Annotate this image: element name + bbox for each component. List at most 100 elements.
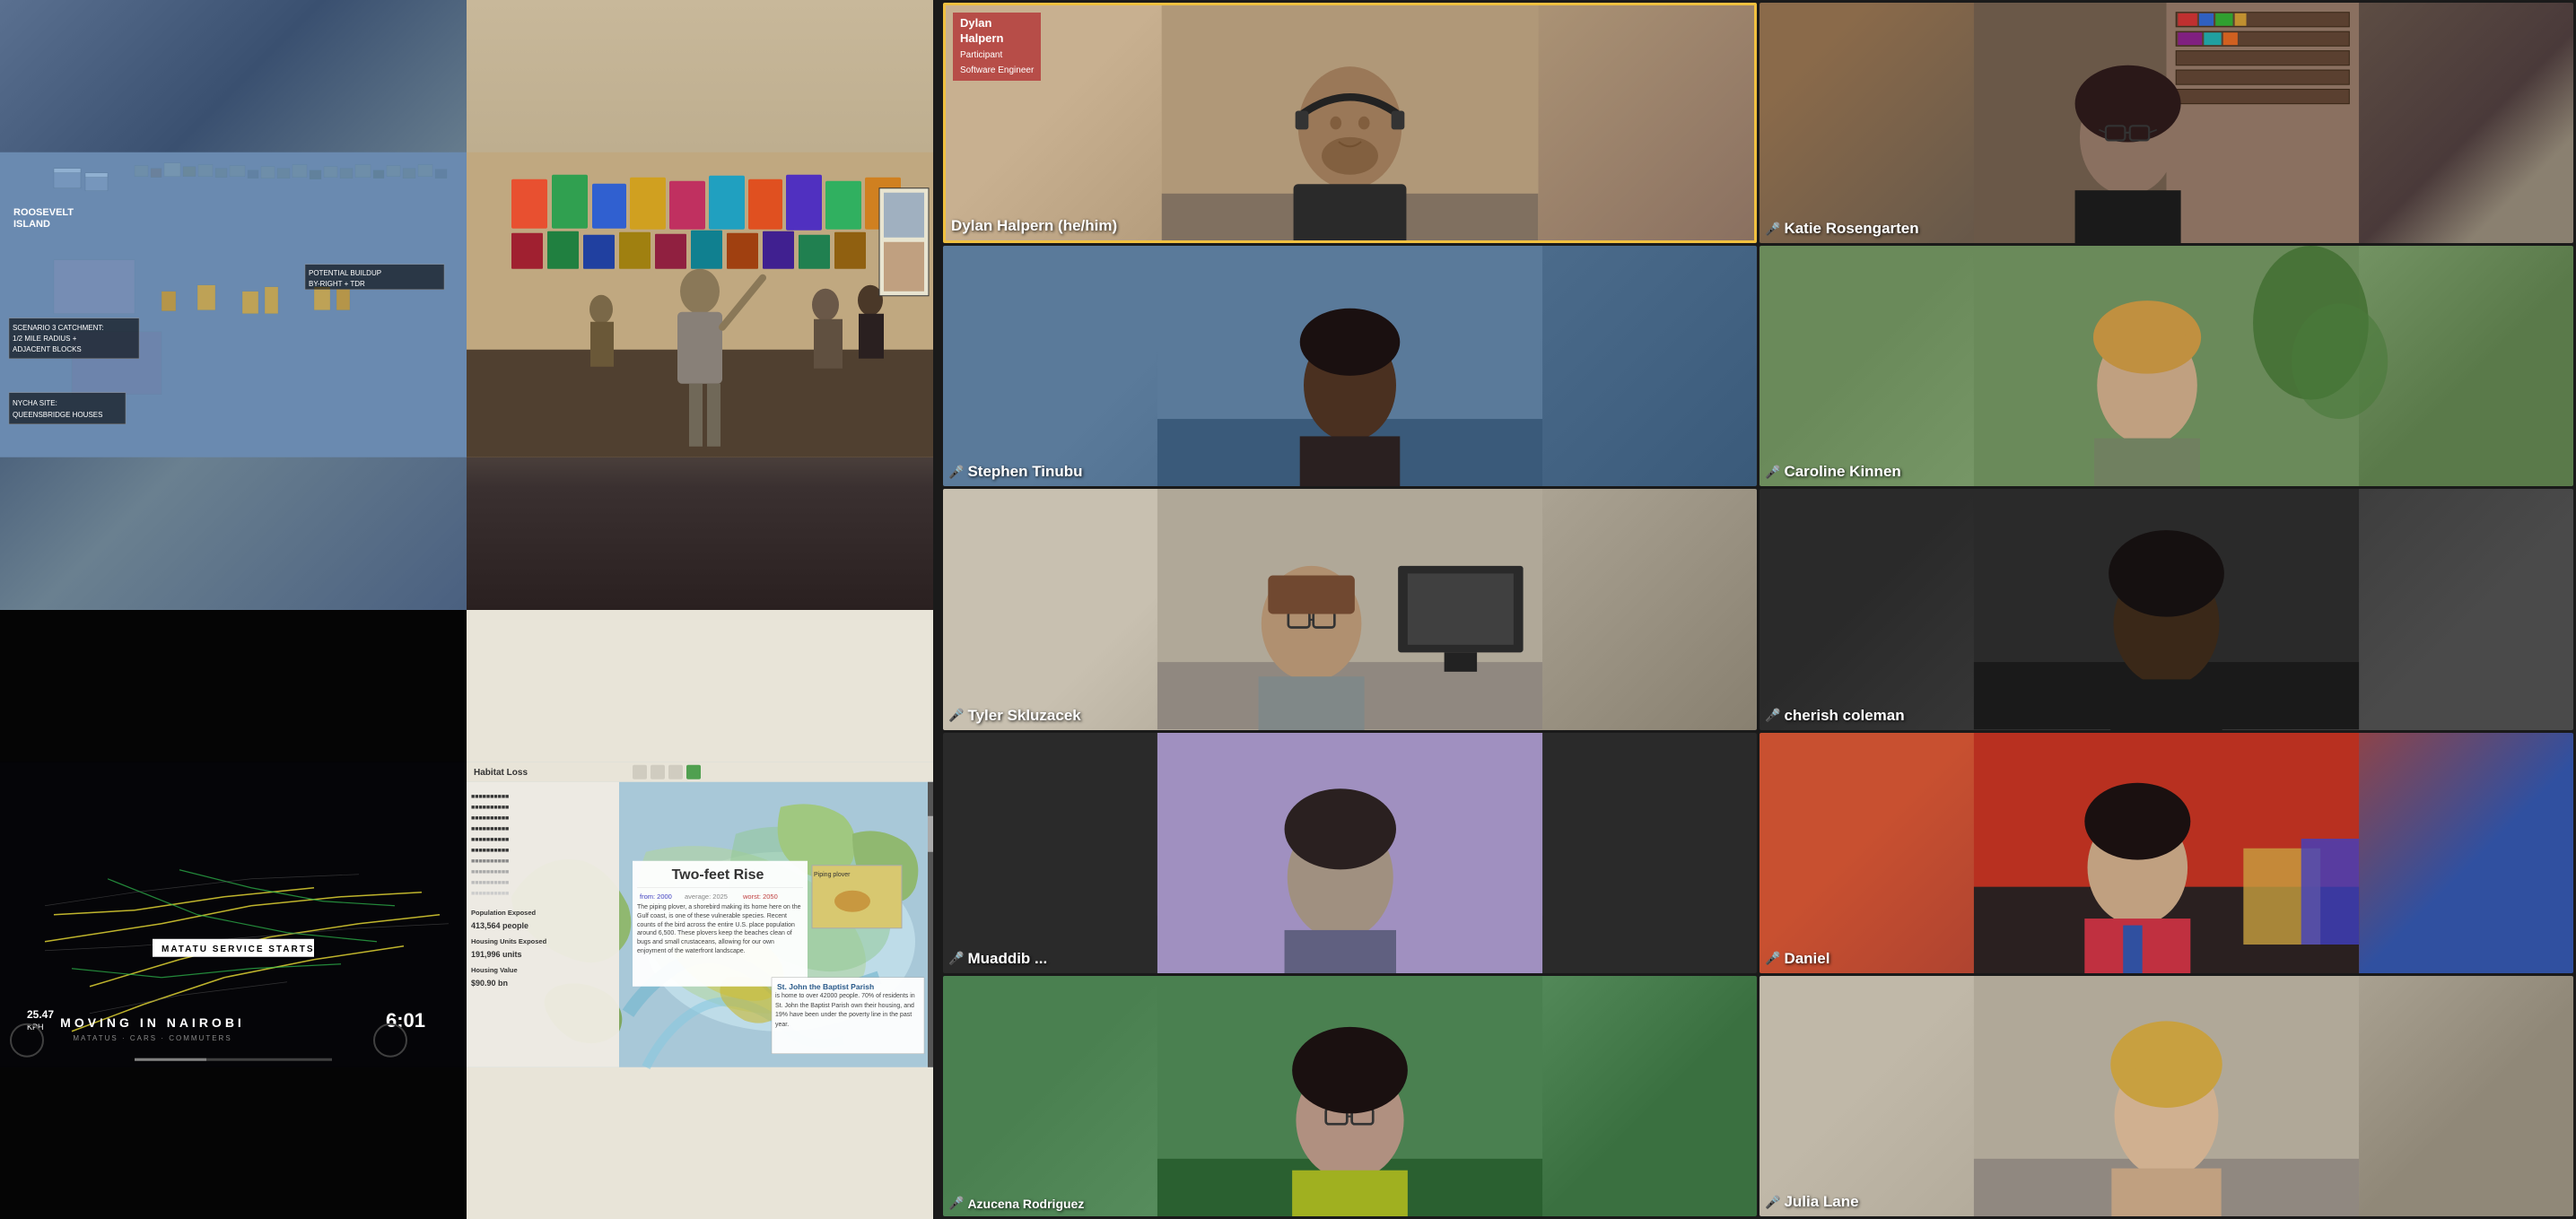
participant-tile-julia[interactable]: 🎤 Julia Lane — [1760, 976, 2573, 1216]
caroline-video — [1760, 246, 2573, 486]
julia-mic-icon: 🎤 — [1765, 1195, 1780, 1210]
cherish-video — [1760, 489, 2573, 729]
dylan-name: Dylan Halpern (he/him) — [951, 217, 1117, 235]
daniel-video — [1760, 733, 2573, 973]
azucena-video — [943, 976, 1757, 1216]
habitat-svg: Habitat Loss ■■■■■■■■■■ ■■■■■■■■■■ ■■■■■… — [467, 610, 933, 1219]
stephen-name-row: 🎤 Stephen Tinubu — [948, 463, 1083, 481]
svg-text:191,996 units: 191,996 units — [471, 949, 522, 958]
tyler-name: Tyler Skluzacek — [967, 707, 1080, 725]
caroline-name: Caroline Kinnen — [1784, 463, 1900, 481]
svg-text:Two-feet Rise: Two-feet Rise — [672, 866, 764, 882]
svg-text:worst: 2050: worst: 2050 — [742, 892, 778, 900]
stephen-mic-icon: 🎤 — [948, 465, 964, 480]
katie-name: Katie Rosengarten — [1784, 220, 1918, 238]
panel-divider — [933, 0, 940, 1219]
participant-tile-caroline[interactable]: 🎤 Caroline Kinnen — [1760, 246, 2573, 486]
caroline-name-row: 🎤 Caroline Kinnen — [1765, 463, 1901, 481]
main-content: ROOSEVELT ISLAND SCENARIO 3 CATCHMENT: 1… — [0, 0, 933, 1219]
muaddib-video — [943, 733, 1757, 973]
cherish-name-row: 🎤 cherish coleman — [1765, 707, 1905, 725]
azucena-name: Azucena Rodriguez — [967, 1197, 1084, 1211]
city-map-bg: ROOSEVELT ISLAND SCENARIO 3 CATCHMENT: 1… — [0, 0, 467, 610]
svg-text:Housing Value: Housing Value — [471, 965, 518, 973]
tyler-mic-icon: 🎤 — [948, 708, 964, 723]
svg-text:Habitat Loss: Habitat Loss — [474, 767, 528, 777]
svg-text:25.47: 25.47 — [27, 1007, 54, 1020]
exhibit-bg — [467, 0, 933, 610]
svg-text:■■■■■■■■■■: ■■■■■■■■■■ — [471, 847, 509, 853]
svg-text:ADJACENT BLOCKS: ADJACENT BLOCKS — [13, 345, 82, 353]
nairobi-cell: MATATU SERVICE STARTS MOVING IN NAIROBI … — [0, 610, 467, 1219]
svg-text:■■■■■■■■■■: ■■■■■■■■■■ — [471, 879, 509, 885]
svg-text:QUEENSBRIDGE HOUSES: QUEENSBRIDGE HOUSES — [13, 411, 102, 419]
nairobi-svg: MATATU SERVICE STARTS MOVING IN NAIROBI … — [0, 610, 467, 1219]
svg-text:■■■■■■■■■■: ■■■■■■■■■■ — [471, 814, 509, 821]
svg-text:413,564 people: 413,564 people — [471, 920, 528, 929]
julia-name: Julia Lane — [1784, 1193, 1858, 1211]
daniel-name: Daniel — [1784, 950, 1829, 968]
muaddib-mic-icon: 🎤 — [948, 951, 964, 966]
dylan-video — [946, 5, 1754, 240]
cherish-name: cherish coleman — [1784, 707, 1904, 725]
participant-tile-muaddib[interactable]: 🎤 Muaddib ... — [943, 733, 1757, 973]
dylan-name-row: Dylan Halpern (he/him) — [951, 217, 1117, 235]
stephen-video — [943, 246, 1757, 486]
azucena-name-row: 🎤 Azucena Rodriguez — [948, 1196, 1084, 1211]
participant-tile-dylan[interactable]: DylanHalpernParticipantSoftware Engineer… — [943, 3, 1757, 243]
daniel-name-row: 🎤 Daniel — [1765, 950, 1829, 968]
svg-text:ROOSEVELT: ROOSEVELT — [13, 207, 74, 218]
svg-text:■■■■■■■■■■: ■■■■■■■■■■ — [471, 858, 509, 864]
participant-tile-cherish[interactable]: 🎤 cherish coleman — [1760, 489, 2573, 729]
katie-video — [1760, 3, 2573, 243]
svg-text:MOVING IN NAIROBI: MOVING IN NAIROBI — [60, 1014, 245, 1029]
katie-mic-icon: 🎤 — [1765, 222, 1780, 237]
svg-text:■■■■■■■■■■: ■■■■■■■■■■ — [471, 890, 509, 896]
tyler-video — [943, 489, 1757, 729]
participants-panel: DylanHalpernParticipantSoftware Engineer… — [940, 0, 2576, 1219]
svg-text:POTENTIAL BUILDUP: POTENTIAL BUILDUP — [309, 269, 381, 277]
participant-tile-tyler[interactable]: 🎤 Tyler Skluzacek — [943, 489, 1757, 729]
muaddib-name-row: 🎤 Muaddib ... — [948, 950, 1047, 968]
exhibit-svg — [467, 0, 933, 610]
svg-text:ISLAND: ISLAND — [13, 219, 50, 230]
svg-text:Housing Units Exposed: Housing Units Exposed — [471, 936, 547, 945]
participant-tile-stephen[interactable]: 🎤 Stephen Tinubu — [943, 246, 1757, 486]
svg-text:MATATU SERVICE STARTS: MATATU SERVICE STARTS — [162, 944, 315, 953]
svg-text:SCENARIO 3 CATCHMENT:: SCENARIO 3 CATCHMENT: — [13, 324, 104, 332]
nairobi-bg: MATATU SERVICE STARTS MOVING IN NAIROBI … — [0, 610, 467, 1219]
city-map-svg: ROOSEVELT ISLAND SCENARIO 3 CATCHMENT: 1… — [0, 0, 467, 610]
svg-text:■■■■■■■■■■: ■■■■■■■■■■ — [471, 836, 509, 842]
svg-text:St. John the Baptist Parish: St. John the Baptist Parish — [777, 981, 874, 990]
svg-text:6:01: 6:01 — [386, 1008, 425, 1031]
caroline-mic-icon: 🎤 — [1765, 465, 1780, 480]
svg-text:MATATUS · CARS · COMMUTERS: MATATUS · CARS · COMMUTERS — [73, 1033, 231, 1041]
svg-text:Piping plover: Piping plover — [814, 871, 851, 877]
svg-text:BY-RIGHT + TDR: BY-RIGHT + TDR — [309, 280, 365, 288]
julia-video — [1760, 976, 2573, 1216]
cherish-mic-icon: 🎤 — [1765, 708, 1780, 723]
katie-name-row: 🎤 Katie Rosengarten — [1765, 220, 1919, 238]
julia-name-row: 🎤 Julia Lane — [1765, 1193, 1859, 1211]
svg-text:NYCHA SITE:: NYCHA SITE: — [13, 399, 57, 407]
svg-text:$90.90 bn: $90.90 bn — [471, 978, 508, 987]
speaker-badge-dylan: DylanHalpernParticipantSoftware Engineer — [953, 13, 1041, 81]
city-map-cell: ROOSEVELT ISLAND SCENARIO 3 CATCHMENT: 1… — [0, 0, 467, 610]
azucena-mic-icon: 🎤 — [948, 1196, 964, 1211]
svg-text:1/2 MILE RADIUS +: 1/2 MILE RADIUS + — [13, 335, 77, 343]
daniel-mic-icon: 🎤 — [1765, 951, 1780, 966]
participant-tile-daniel[interactable]: 🎤 Daniel — [1760, 733, 2573, 973]
habitat-cell: Habitat Loss ■■■■■■■■■■ ■■■■■■■■■■ ■■■■■… — [467, 610, 933, 1219]
participant-tile-azucena[interactable]: 🎤 Azucena Rodriguez — [943, 976, 1757, 1216]
svg-text:from: 2000: from: 2000 — [640, 892, 672, 900]
participant-tile-katie[interactable]: 🎤 Katie Rosengarten — [1760, 3, 2573, 243]
stephen-name: Stephen Tinubu — [967, 463, 1082, 481]
svg-text:average: 2025: average: 2025 — [685, 892, 728, 900]
exhibit-cell — [467, 0, 933, 610]
svg-text:Population Exposed: Population Exposed — [471, 908, 537, 916]
svg-text:■■■■■■■■■■: ■■■■■■■■■■ — [471, 793, 509, 799]
svg-text:■■■■■■■■■■: ■■■■■■■■■■ — [471, 825, 509, 832]
muaddib-name: Muaddib ... — [967, 950, 1047, 968]
svg-text:■■■■■■■■■■: ■■■■■■■■■■ — [471, 868, 509, 875]
tyler-name-row: 🎤 Tyler Skluzacek — [948, 707, 1081, 725]
